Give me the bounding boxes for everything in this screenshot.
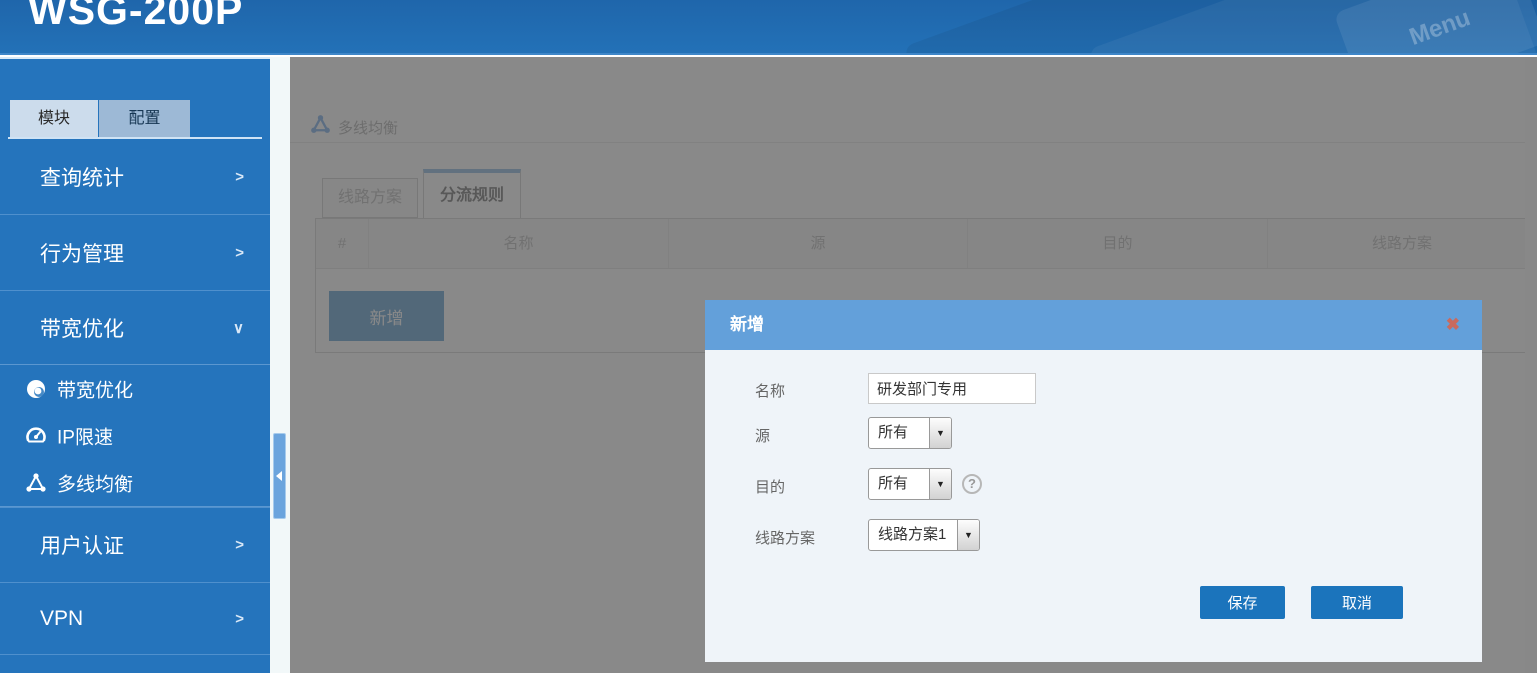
multiline-network-icon <box>25 472 47 494</box>
app-header: Menu WSG-200P <box>0 0 1537 55</box>
dropdown-arrow-icon[interactable]: ▼ <box>929 469 951 499</box>
sidebar-submenu: 带宽优化 IP限速 <box>0 364 270 507</box>
sidebar-subitem-ip-limit[interactable]: IP限速 <box>0 412 270 459</box>
collapse-left-icon <box>276 471 282 481</box>
sidebar-tab-underline <box>8 137 262 139</box>
modal-body: 名称 源 所有 ▼ 目的 所有 ▼ ? 线路方案 线路方案1 ▼ 保存 取消 <box>705 350 1482 662</box>
sidebar-tab-modules[interactable]: 模块 <box>10 100 98 137</box>
line-plan-select-value: 线路方案1 <box>869 520 957 550</box>
line-plan-select[interactable]: 线路方案1 ▼ <box>868 519 980 551</box>
sidebar-gutter <box>270 57 290 673</box>
dest-field-label: 目的 <box>755 476 785 497</box>
name-input[interactable] <box>868 373 1036 404</box>
menu-key-watermark: Menu <box>1406 4 1474 52</box>
product-logo: WSG-200P <box>28 0 243 34</box>
chevron-down-icon: ∨ <box>233 319 244 337</box>
modal-title: 新增 <box>730 300 764 350</box>
sidebar-item-query-stats[interactable]: 查询统计 > <box>0 140 270 214</box>
speed-gauge-icon <box>25 425 47 447</box>
close-icon[interactable]: ✖ <box>1446 300 1460 350</box>
source-select[interactable]: 所有 ▼ <box>868 417 952 449</box>
cancel-button[interactable]: 取消 <box>1311 586 1403 619</box>
modal-header: 新增 ✖ <box>705 300 1482 350</box>
source-select-value: 所有 <box>869 418 929 448</box>
chevron-right-icon: > <box>235 244 244 261</box>
chevron-right-icon: > <box>235 169 244 186</box>
sidebar-item-user-auth[interactable]: 用户认证 > <box>0 507 270 582</box>
bandwidth-disc-icon <box>25 378 47 400</box>
sidebar-subitem-multiline-balance[interactable]: 多线均衡 <box>0 459 270 506</box>
plan-field-label: 线路方案 <box>755 527 815 548</box>
name-field-label: 名称 <box>755 380 785 401</box>
dest-select[interactable]: 所有 ▼ <box>868 468 952 500</box>
chevron-right-icon: > <box>235 537 244 554</box>
sidebar-item-behavior-mgmt[interactable]: 行为管理 > <box>0 214 270 290</box>
sidebar-item-label: VPN <box>40 607 83 631</box>
sidebar-subitem-label: 多线均衡 <box>57 469 133 496</box>
sidebar-item-partial[interactable] <box>0 654 270 673</box>
sidebar-subitem-label: IP限速 <box>57 422 113 449</box>
sidebar-subitem-label: 带宽优化 <box>57 375 133 402</box>
sidebar-item-label: 带宽优化 <box>40 313 124 343</box>
dropdown-arrow-icon[interactable]: ▼ <box>957 520 979 550</box>
dest-select-value: 所有 <box>869 469 929 499</box>
sidebar-item-label: 用户认证 <box>40 530 124 560</box>
help-icon[interactable]: ? <box>962 474 982 494</box>
sidebar: 模块 配置 查询统计 > 行为管理 > 带宽优化 ∨ <box>0 57 270 673</box>
keyboard-menu-key: Menu <box>1334 0 1537 55</box>
sidebar-collapse-handle[interactable] <box>273 433 286 519</box>
sidebar-item-vpn[interactable]: VPN > <box>0 582 270 654</box>
sidebar-item-bandwidth-opt[interactable]: 带宽优化 ∨ <box>0 290 270 364</box>
app-window: Menu WSG-200P 模块 配置 查询统计 > 行为管理 > 带宽优化 ∨ <box>0 0 1537 673</box>
sidebar-tab-config[interactable]: 配置 <box>99 100 190 137</box>
add-rule-modal: 新增 ✖ 名称 源 所有 ▼ 目的 所有 ▼ ? 线路方案 线路方案1 ▼ 保存 <box>705 300 1482 662</box>
dropdown-arrow-icon[interactable]: ▼ <box>929 418 951 448</box>
source-field-label: 源 <box>755 425 770 446</box>
sidebar-subitem-bandwidth-opt[interactable]: 带宽优化 <box>0 365 270 412</box>
save-button[interactable]: 保存 <box>1200 586 1285 619</box>
sidebar-item-label: 行为管理 <box>40 238 124 268</box>
chevron-right-icon: > <box>235 610 244 627</box>
sidebar-item-label: 查询统计 <box>40 162 124 192</box>
